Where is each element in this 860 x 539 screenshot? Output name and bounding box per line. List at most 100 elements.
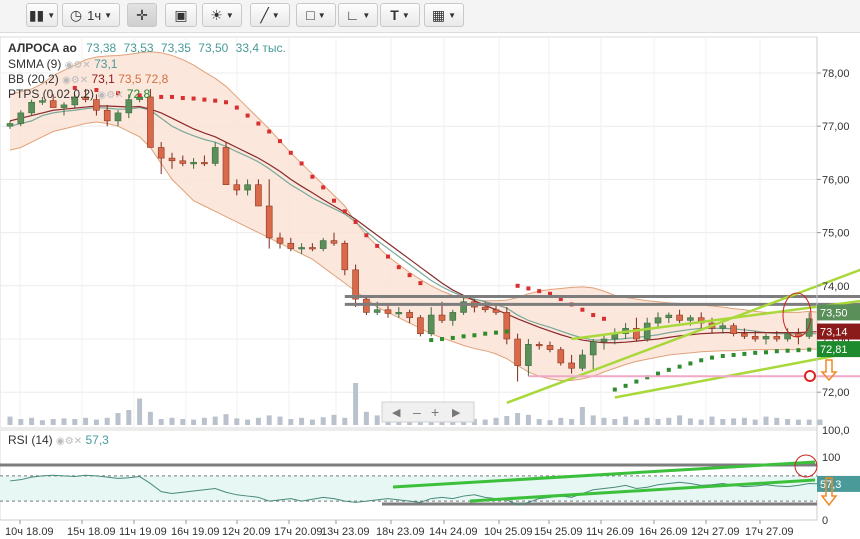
volume-bar [687,418,693,425]
volume-bar [320,417,326,425]
eye-icon[interactable]: ◉ [62,75,71,86]
volume-bar [515,413,521,425]
sar-dot [677,364,682,369]
bb-lower-value: 72,8 [144,72,169,86]
x-tick-label: 15ч 18.09 [67,526,116,538]
zoom-out-button[interactable]: – [413,404,421,420]
close-icon[interactable]: ✕ [74,436,82,447]
volume-bar [104,417,110,425]
eye-icon[interactable]: ◉ [97,90,106,101]
gear-icon[interactable]: ⚙ [71,75,80,86]
candle-up [60,104,68,108]
gear-icon[interactable]: ⚙ [106,90,115,101]
sar-dot [386,254,390,259]
candle-up [373,309,381,313]
crosshair-button[interactable]: ✛ [127,3,157,27]
volume-bar [774,417,780,425]
sar-dot [288,150,293,155]
volume-bar [612,419,618,425]
legend-instrument: АЛРОСА ао 73,38 73,53 73,35 73,50 33,4 т… [8,41,286,55]
chart-type-button[interactable]: ▮▮ ▼ [26,3,58,27]
price-label: 72,81 [820,344,848,356]
scroll-right-button[interactable]: ▶ [452,407,461,419]
time-axis: 10ч 18.09 15ч 18.09 11ч 19.09 16ч 19.09 12ч … [0,519,817,538]
close-icon[interactable]: ✕ [80,75,88,86]
candle-up [6,123,14,127]
volume-bar [126,410,132,425]
scroll-left-button[interactable]: ◀ [392,407,401,419]
sar-dot [429,338,434,343]
sar-dot [213,98,218,103]
volume-bar [137,398,143,425]
volume-bar [266,415,272,425]
candle-down [751,336,759,340]
sar-dot [591,313,596,318]
candle-down [557,349,565,364]
candle-down [417,317,424,334]
volume-bar [623,416,629,425]
bb-name: BB (20,2) [8,72,59,86]
sar-dot [494,330,498,335]
candle-down [330,240,338,244]
volume-bar [18,419,24,425]
sar-dot [180,96,185,101]
sar-dot [159,94,164,99]
sar-dot [278,139,282,144]
sar-dot [537,289,542,294]
image-tool-button[interactable]: ▦ ▼ [424,3,464,27]
volume-bar [245,419,251,425]
line-tool-button[interactable]: ╱ ▼ [250,3,290,27]
sar-dot [807,347,812,352]
sar-dot [623,383,628,388]
candle-down [147,96,154,148]
fibonacci-icon: ∟ [345,7,360,23]
close-icon[interactable]: ✕ [82,60,90,71]
fibonacci-tool-button[interactable]: ∟ ▼ [338,3,378,27]
rsi-tick-label: 0 [822,515,828,527]
close-icon[interactable]: ✕ [115,90,123,101]
volume-bar [504,416,510,425]
volume-bar [601,417,607,425]
sar-dot [396,265,401,270]
legend-rsi: RSI (14) ◉⚙✕ 57,3 [8,433,109,449]
price-chart[interactable]: 78,0077,0076,0075,0074,0073,0072,00100,0… [0,33,860,539]
eye-icon[interactable]: ◉ [56,436,65,447]
sar-dot [440,337,444,341]
gear-icon[interactable]: ⚙ [65,436,74,447]
candle-down [773,336,781,340]
sar-dot [245,113,250,118]
candle-down [287,242,295,249]
sar-dot [224,100,228,105]
zoom-in-button[interactable]: + [431,404,439,420]
bb-mid-value: 73,1 [91,72,115,86]
sar-dot [656,371,660,376]
volume-bar [299,417,305,425]
sar-dot [364,233,369,238]
volume-bar [525,414,531,425]
volume-bar [309,419,315,425]
x-tick-label: 13ч 23.09 [321,526,370,538]
volume-bar [741,417,747,425]
volume-bar [288,419,294,425]
candle-up [654,317,662,324]
candle-up [190,162,197,165]
candle-down [157,147,165,159]
fullscreen-button[interactable]: ▣ [165,3,197,27]
sar-dot [764,350,768,355]
volume-bar [191,419,197,425]
volume-bar [115,413,121,425]
y-tick-label: 78,00 [822,68,850,80]
volume-bar [255,417,261,425]
indicators-button[interactable]: ☀ ▼ [202,3,242,27]
candle-up [579,354,586,369]
text-tool-button[interactable]: T ▼ [380,3,420,27]
volume-bar [72,419,78,425]
y-tick-label: 72,00 [822,387,850,399]
volume-bar [806,419,812,425]
shape-tool-button[interactable]: □ ▼ [296,3,336,27]
scroll-navigator[interactable]: ◀ – + ▶ [381,401,475,423]
candle-up [687,317,694,321]
legend-ptps: PTPS (0.02,0.2) ◉⚙✕ 72,8 [8,87,150,103]
rsi-tick-label: 100 [822,452,840,464]
interval-button[interactable]: ◷ 1ч ▼ [62,3,120,27]
